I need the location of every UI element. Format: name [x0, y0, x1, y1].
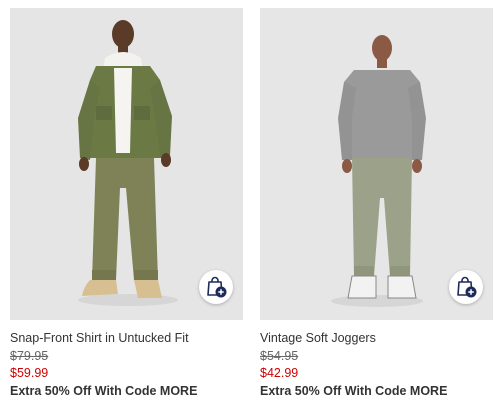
product-info: Snap-Front Shirt in Untucked Fit $79.95 … [10, 320, 243, 399]
product-image[interactable] [10, 8, 243, 320]
promo-text: Extra 50% Off With Code MORE [260, 384, 448, 398]
product-info: Vintage Soft Joggers $54.95 $42.99 Extra… [260, 320, 493, 399]
product-card[interactable]: Snap-Front Shirt in Untucked Fit $79.95 … [10, 8, 243, 399]
product-name[interactable]: Snap-Front Shirt in Untucked Fit [10, 330, 243, 346]
product-grid: Snap-Front Shirt in Untucked Fit $79.95 … [10, 8, 500, 401]
product-card[interactable]: Vintage Soft Joggers $54.95 $42.99 Extra… [260, 8, 493, 399]
original-price: $79.95 [10, 349, 49, 363]
original-price: $54.95 [260, 349, 299, 363]
add-to-bag-icon [207, 276, 227, 298]
product-image[interactable] [260, 8, 493, 320]
sale-price: $59.99 [10, 366, 49, 380]
add-to-bag-icon [457, 276, 477, 298]
add-to-bag-button[interactable] [199, 270, 233, 304]
add-to-bag-button[interactable] [449, 270, 483, 304]
product-name[interactable]: Vintage Soft Joggers [260, 330, 493, 346]
promo-text: Extra 50% Off With Code MORE [10, 384, 198, 398]
sale-price: $42.99 [260, 366, 299, 380]
